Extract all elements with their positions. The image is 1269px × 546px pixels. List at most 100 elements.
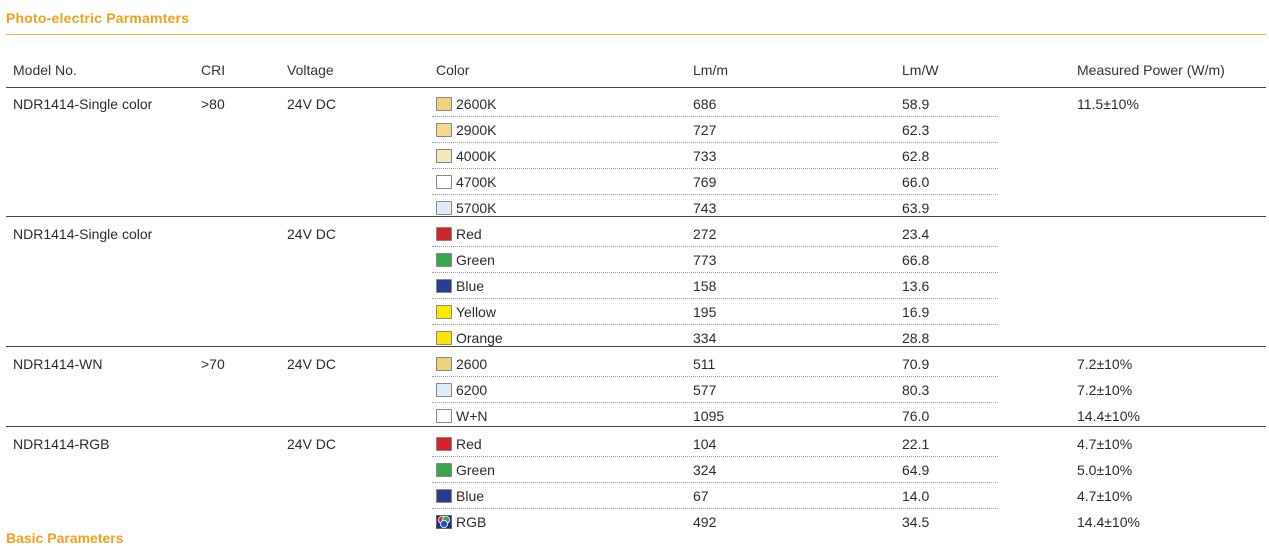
color-name: 2900K <box>456 122 497 138</box>
lm-w-cell: 28.8 <box>902 330 930 346</box>
color-cell: W+N <box>436 407 488 425</box>
color-swatch-icon <box>436 357 452 371</box>
color-cell: Green <box>436 251 495 269</box>
color-cell: Blue <box>436 487 484 505</box>
color-cell: 4000K <box>436 147 496 165</box>
table-row: W+N 1095 76.0 14.4±10% <box>0 406 1269 432</box>
row-separator <box>432 324 998 325</box>
color-name: Green <box>456 252 495 268</box>
row-separator <box>432 298 998 299</box>
color-swatch-icon <box>436 123 452 137</box>
power-cell: 5.0±10% <box>1077 462 1133 478</box>
color-cell: Green <box>436 461 495 479</box>
header-model: Model No. <box>13 62 77 78</box>
header-divider <box>6 87 1266 88</box>
lm-w-cell: 70.9 <box>902 356 930 372</box>
lm-m-cell: 773 <box>693 252 717 268</box>
color-name: Orange <box>456 330 503 346</box>
lm-m-cell: 324 <box>693 462 717 478</box>
row-separator <box>432 508 998 509</box>
title-divider <box>6 34 1266 35</box>
lm-m-cell: 195 <box>693 304 717 320</box>
table-row: 5700K 743 63.9 <box>0 198 1269 224</box>
color-name: Red <box>456 226 482 242</box>
color-cell: RGB <box>436 513 486 531</box>
color-name: Blue <box>456 488 485 504</box>
row-separator <box>432 116 998 117</box>
lm-w-cell: 14.0 <box>902 488 930 504</box>
table-row: Orange 334 28.8 <box>0 328 1269 354</box>
color-cell: 2900K <box>436 121 496 139</box>
color-name: Yellow <box>456 304 496 320</box>
color-cell: Red <box>436 225 482 243</box>
power-cell: 4.7±10% <box>1077 436 1133 452</box>
color-swatch-icon <box>436 253 452 267</box>
color-cell: 2600 <box>436 355 487 373</box>
header-power: Measured Power (W/m) <box>1077 62 1225 78</box>
color-cell: Red <box>436 435 482 453</box>
color-swatch-icon <box>436 463 452 477</box>
color-swatch-icon <box>436 331 452 345</box>
color-name: Red <box>456 436 482 452</box>
color-name: 5700K <box>456 200 497 216</box>
header-color: Color <box>436 62 470 78</box>
lm-m-cell: 577 <box>693 382 717 398</box>
color-name: 2600K <box>456 96 497 112</box>
power-cell: 14.4±10% <box>1077 514 1140 530</box>
header-voltage: Voltage <box>287 62 334 78</box>
rgb-icon <box>436 515 452 529</box>
group-divider <box>6 216 1266 217</box>
lm-m-cell: 733 <box>693 148 717 164</box>
color-cell: 5700K <box>436 199 496 217</box>
lm-m-cell: 511 <box>693 356 716 372</box>
color-name: Blue <box>456 278 485 294</box>
lm-w-cell: 22.1 <box>902 436 930 452</box>
color-name: Green <box>456 462 495 478</box>
header-cri: CRI <box>201 62 226 78</box>
lm-w-cell: 80.3 <box>902 382 930 398</box>
color-swatch-icon <box>436 489 452 503</box>
row-separator <box>432 168 998 169</box>
color-swatch-icon <box>436 97 452 111</box>
color-name: W+N <box>456 408 488 424</box>
color-swatch-icon <box>436 149 452 163</box>
lm-m-cell: 492 <box>693 514 717 530</box>
group-divider <box>6 346 1266 347</box>
color-cell: Blue <box>436 277 484 295</box>
power-cell: 7.2±10% <box>1077 382 1133 398</box>
color-name: 6200 <box>456 382 488 398</box>
lm-w-cell: 58.9 <box>902 96 930 112</box>
lm-w-cell: 76.0 <box>902 408 930 424</box>
row-separator <box>432 246 998 247</box>
color-swatch-icon <box>436 383 452 397</box>
color-swatch-icon <box>436 279 452 293</box>
next-section-title: Basic Parameters <box>6 530 124 546</box>
lm-w-cell: 62.3 <box>902 122 930 138</box>
color-swatch-icon <box>436 409 452 423</box>
table-header: Model No. CRI Voltage Color Lm/m Lm/W Me… <box>0 62 1269 82</box>
power-cell: 7.2±10% <box>1077 356 1133 372</box>
power-cell: 14.4±10% <box>1077 408 1140 424</box>
lm-w-cell: 66.0 <box>902 174 930 190</box>
color-name: 2600 <box>456 356 488 372</box>
row-separator <box>432 142 998 143</box>
row-separator <box>432 194 998 195</box>
color-cell: Yellow <box>436 303 496 321</box>
color-cell: 4700K <box>436 173 496 191</box>
power-cell: 4.7±10% <box>1077 488 1133 504</box>
color-swatch-icon <box>436 227 452 241</box>
color-swatch-icon <box>436 437 452 451</box>
lm-w-cell: 34.5 <box>902 514 930 530</box>
row-separator <box>432 456 998 457</box>
lm-m-cell: 1095 <box>693 408 725 424</box>
lm-m-cell: 67 <box>693 488 709 504</box>
lm-m-cell: 743 <box>693 200 717 216</box>
lm-w-cell: 63.9 <box>902 200 930 216</box>
row-separator <box>432 376 998 377</box>
color-name: RGB <box>456 514 487 530</box>
color-cell: Orange <box>436 329 503 347</box>
header-lm-m: Lm/m <box>693 62 728 78</box>
lm-m-cell: 334 <box>693 330 717 346</box>
table-row: RGB 492 34.5 14.4±10% <box>0 512 1269 538</box>
row-separator <box>432 482 998 483</box>
